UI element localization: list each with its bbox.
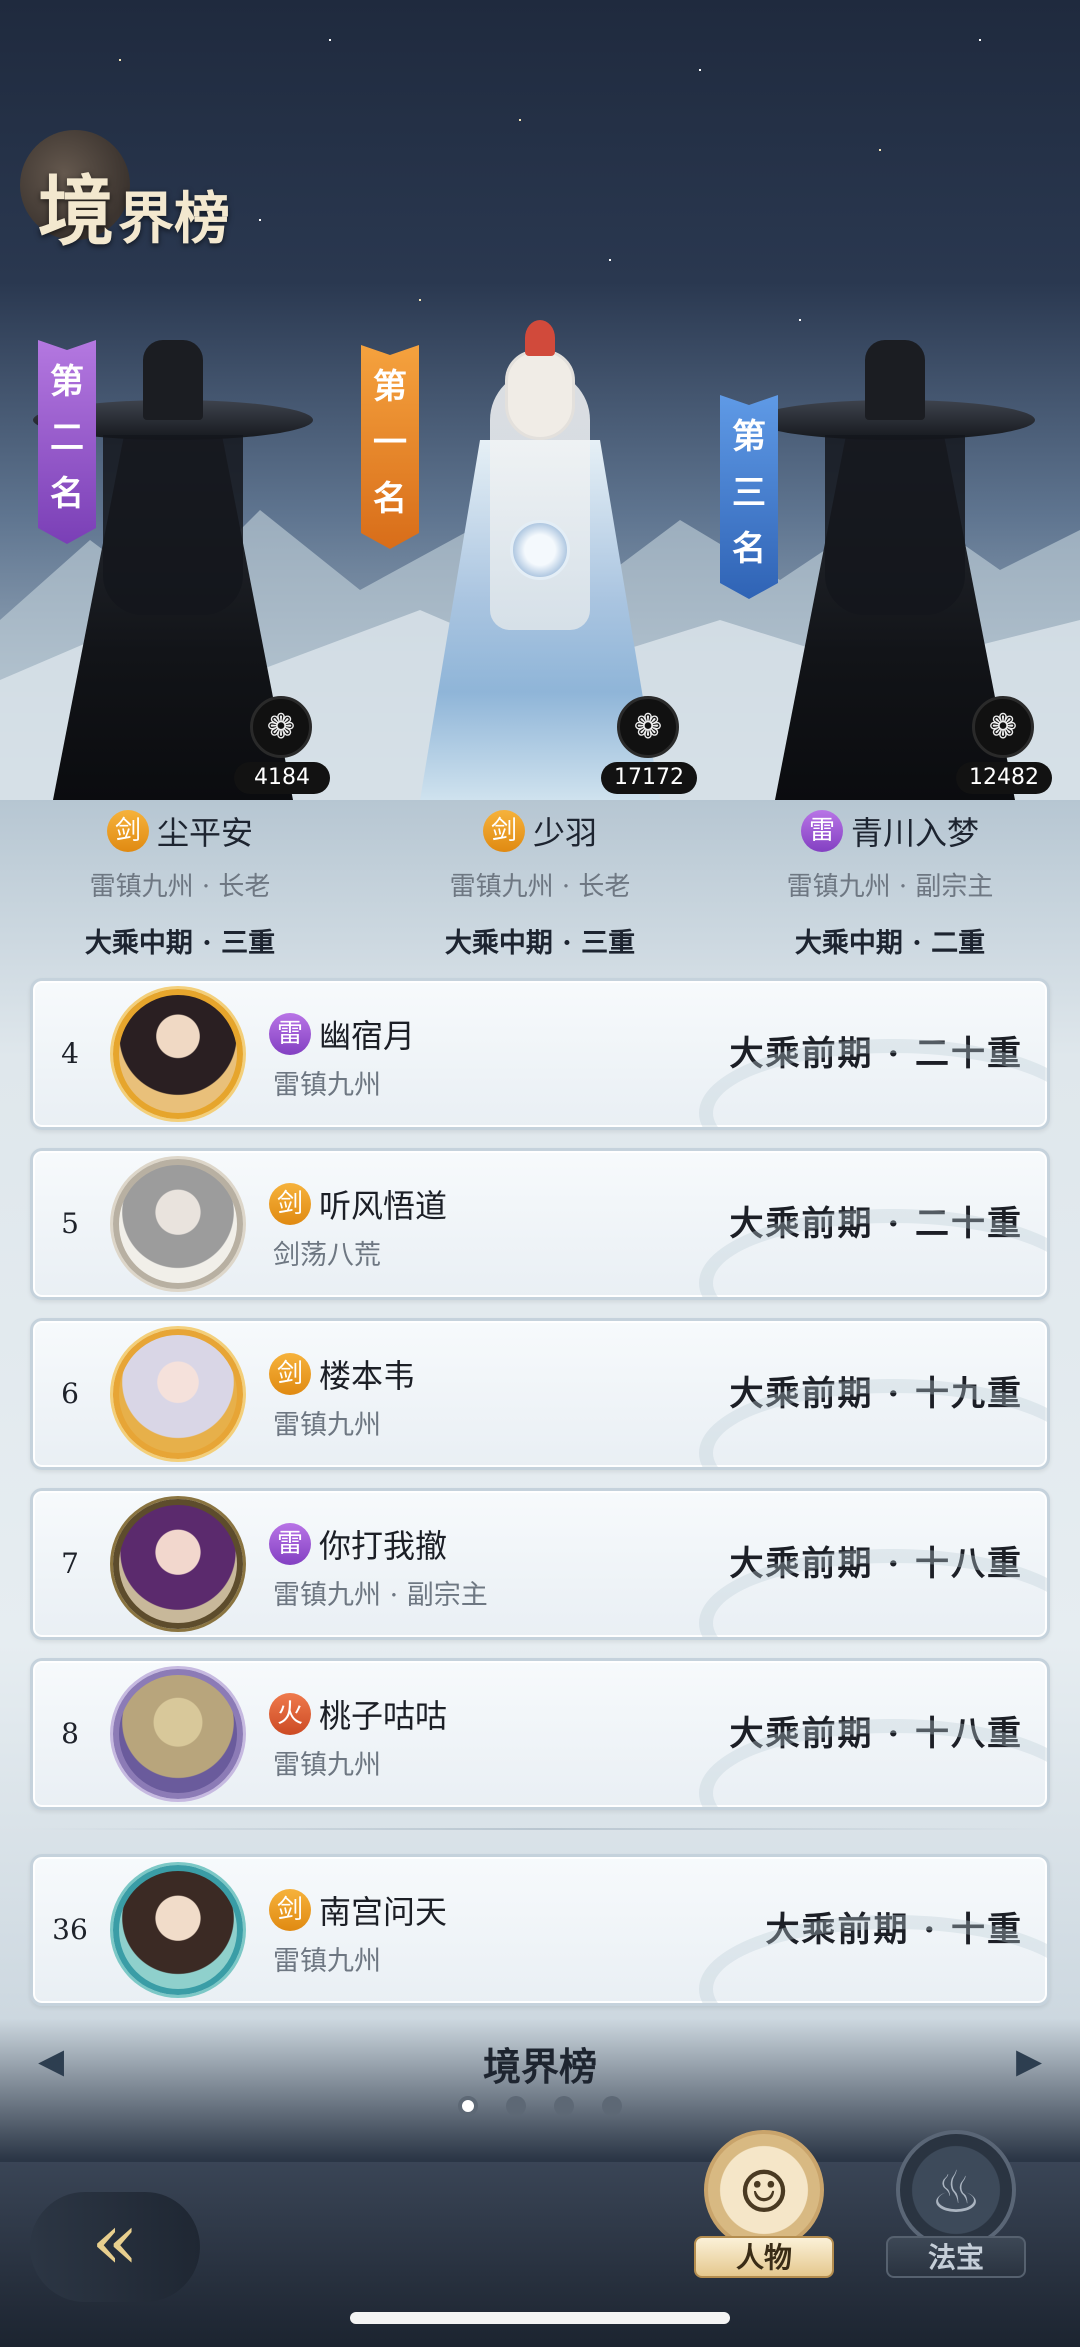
ranking-row[interactable]: 6 剑楼本韦 雷镇九州 大乘前期 · 十九重 <box>30 1318 1050 1470</box>
thunder-badge-icon: 雷 <box>800 810 843 852</box>
avatar[interactable] <box>113 1865 243 1995</box>
player-sect: 剑荡八荒 <box>273 1240 381 1271</box>
rank-banner-third: 第三名 <box>720 395 778 599</box>
ranking-row[interactable]: 8 火桃子咕咕 雷镇九州 大乘前期 · 十八重 <box>30 1658 1050 1810</box>
podium-info-second[interactable]: 剑尘平安 雷镇九州 · 长老 大乘中期 · 三重 <box>0 808 360 960</box>
player-realm: 大乘前期 · 十八重 <box>729 1544 1023 1584</box>
tab-label: 人物 <box>694 2236 834 2278</box>
board-title: 境界榜 <box>482 2044 597 2089</box>
gourd-icon: ♨ <box>896 2130 1016 2250</box>
thunder-badge-icon: 雷 <box>269 1013 311 1055</box>
my-rank-row[interactable]: 36 剑南宫问天 雷镇九州 大乘前期 · 十重 <box>30 1854 1050 2006</box>
rank-number: 36 <box>52 1913 88 1946</box>
player-name: 南宫问天 <box>319 1893 448 1931</box>
player-sect: 雷镇九州 <box>273 1070 381 1101</box>
likes-counter[interactable]: ❁ 12482 <box>956 696 1052 794</box>
player-name: 你打我撤 <box>319 1527 448 1565</box>
podium-second[interactable]: 第二名 ❁ 4184 <box>8 300 338 800</box>
arrow-right-icon[interactable]: ▸ <box>1002 2030 1056 2090</box>
fire-badge-icon: 火 <box>269 1693 311 1735</box>
likes-count: 12482 <box>956 762 1052 794</box>
player-sect: 雷镇九州 <box>273 1410 381 1441</box>
title-big: 境 <box>38 167 114 256</box>
podium-info-first[interactable]: 剑少羽 雷镇九州 · 长老 大乘中期 · 三重 <box>360 808 720 960</box>
rank-number: 6 <box>61 1377 79 1410</box>
player-name: 楼本韦 <box>319 1357 416 1395</box>
sword-badge-icon: 剑 <box>106 810 149 852</box>
like-icon: ❁ <box>617 696 679 758</box>
player-sect: 雷镇九州 · 副宗主 <box>786 872 994 902</box>
player-sect: 雷镇九州 · 副宗主 <box>273 1580 488 1611</box>
podium-info-third[interactable]: 雷青川入梦 雷镇九州 · 副宗主 大乘中期 · 二重 <box>710 808 1070 960</box>
tab-character[interactable]: ☺ 人物 <box>694 2130 834 2290</box>
sword-badge-icon: 剑 <box>269 1889 311 1931</box>
player-realm: 大乘中期 · 三重 <box>444 928 636 959</box>
player-name: 青川入梦 <box>850 814 979 852</box>
title-small: 界榜 <box>118 186 230 252</box>
player-sect: 雷镇九州 <box>273 1946 381 1977</box>
like-icon: ❁ <box>972 696 1034 758</box>
player-sect: 雷镇九州 <box>273 1750 381 1781</box>
player-realm: 大乘前期 · 十九重 <box>729 1374 1023 1414</box>
board-pager: ◂ 境界榜 ▸ <box>0 2030 1080 2140</box>
rank-number: 7 <box>61 1547 79 1580</box>
podium-first[interactable]: 第一名 ❁ 17172 <box>375 300 705 800</box>
likes-count: 17172 <box>601 762 697 794</box>
avatar[interactable] <box>113 1159 243 1289</box>
tab-treasure[interactable]: ♨ 法宝 <box>886 2130 1026 2290</box>
player-name: 少羽 <box>532 814 597 852</box>
like-icon: ❁ <box>250 696 312 758</box>
back-button[interactable]: « <box>30 2192 200 2302</box>
player-sect: 雷镇九州 · 长老 <box>449 872 631 902</box>
player-realm: 大乘前期 · 十八重 <box>729 1714 1023 1754</box>
player-realm: 大乘前期 · 二十重 <box>729 1034 1023 1074</box>
player-name: 桃子咕咕 <box>319 1697 448 1735</box>
rank-banner-first: 第一名 <box>361 345 419 549</box>
rank-number: 4 <box>61 1037 79 1070</box>
player-sect: 雷镇九州 · 长老 <box>89 872 271 902</box>
home-indicator[interactable] <box>350 2312 730 2324</box>
avatar[interactable] <box>113 989 243 1119</box>
portrait-icon: ☺ <box>704 2130 824 2250</box>
player-name: 尘平安 <box>156 814 253 852</box>
page-dot-3[interactable] <box>554 2096 574 2116</box>
avatar[interactable] <box>113 1499 243 1629</box>
page-dot-4[interactable] <box>602 2096 622 2116</box>
rank-banner-second: 第二名 <box>38 340 96 544</box>
player-realm: 大乘中期 · 三重 <box>84 928 276 959</box>
likes-count: 4184 <box>234 762 330 794</box>
player-name: 听风悟道 <box>319 1187 448 1225</box>
thunder-badge-icon: 雷 <box>269 1523 311 1565</box>
avatar[interactable] <box>113 1669 243 1799</box>
page-dots <box>458 2096 622 2116</box>
ranking-row[interactable]: 7 雷你打我撤 雷镇九州 · 副宗主 大乘前期 · 十八重 <box>30 1488 1050 1640</box>
player-realm: 大乘前期 · 二十重 <box>729 1204 1023 1244</box>
sword-badge-icon: 剑 <box>269 1353 311 1395</box>
podium-third[interactable]: 第三名 ❁ 12482 <box>730 300 1060 800</box>
player-realm: 大乘前期 · 十重 <box>765 1910 1023 1950</box>
back-arrow-icon: « <box>91 2197 139 2287</box>
page-dot-1[interactable] <box>458 2096 478 2116</box>
ranking-list: 4 雷幽宿月 雷镇九州 大乘前期 · 二十重 5 剑听风悟道 剑荡八荒 大乘前期… <box>30 978 1050 2024</box>
likes-counter[interactable]: ❁ 4184 <box>234 696 330 794</box>
sword-badge-icon: 剑 <box>269 1183 311 1225</box>
avatar[interactable] <box>113 1329 243 1459</box>
page-dot-2[interactable] <box>506 2096 526 2116</box>
rank-number: 8 <box>61 1717 79 1750</box>
divider <box>30 1828 1050 1830</box>
sword-badge-icon: 剑 <box>482 810 525 852</box>
rank-number: 5 <box>61 1207 79 1240</box>
tab-label: 法宝 <box>886 2236 1026 2278</box>
ranking-row[interactable]: 4 雷幽宿月 雷镇九州 大乘前期 · 二十重 <box>30 978 1050 1130</box>
ranking-row[interactable]: 5 剑听风悟道 剑荡八荒 大乘前期 · 二十重 <box>30 1148 1050 1300</box>
player-name: 幽宿月 <box>319 1017 416 1055</box>
likes-counter[interactable]: ❁ 17172 <box>601 696 697 794</box>
player-realm: 大乘中期 · 二重 <box>794 928 986 959</box>
